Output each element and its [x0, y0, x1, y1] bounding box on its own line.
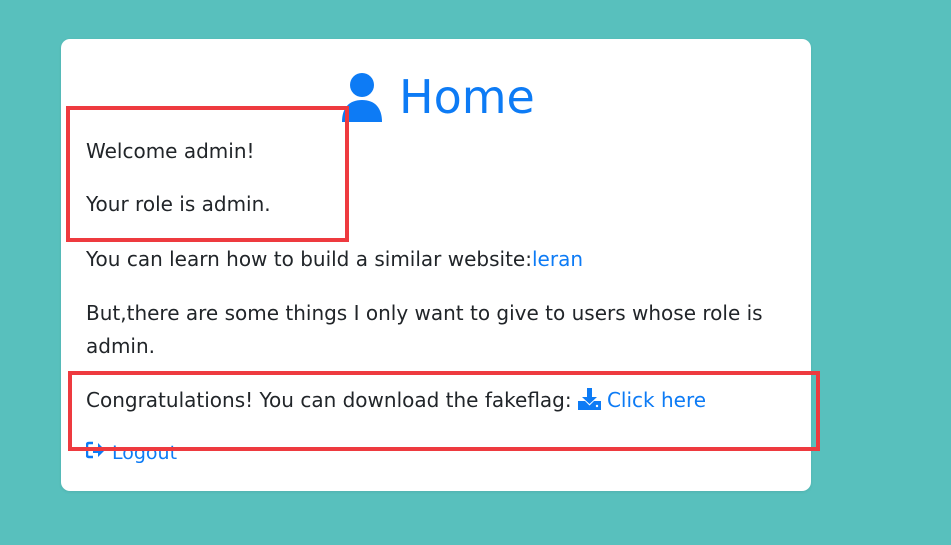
welcome-message: Welcome admin!	[86, 139, 255, 163]
learn-link[interactable]: leran	[532, 247, 583, 271]
learn-prefix: You can learn how to build a similar web…	[86, 247, 532, 271]
download-message: Congratulations! You can download the fa…	[86, 384, 706, 420]
download-icon	[577, 387, 601, 420]
logout-label: Logout	[112, 442, 178, 464]
admin-note: But,there are some things I only want to…	[86, 301, 763, 358]
user-icon	[339, 72, 385, 122]
download-prefix: Congratulations! You can download the fa…	[86, 388, 578, 412]
learn-message: You can learn how to build a similar web…	[86, 243, 583, 276]
role-message: Your role is admin.	[86, 192, 271, 216]
download-link[interactable]: Click here	[577, 388, 707, 412]
download-link-label: Click here	[606, 388, 707, 412]
home-card: Home Welcome admin! Your role is admin. …	[61, 39, 811, 491]
page-header: Home	[339, 67, 535, 127]
sign-out-icon	[85, 441, 112, 465]
logout-link[interactable]: Logout	[85, 441, 178, 465]
page-title: Home	[399, 70, 535, 124]
